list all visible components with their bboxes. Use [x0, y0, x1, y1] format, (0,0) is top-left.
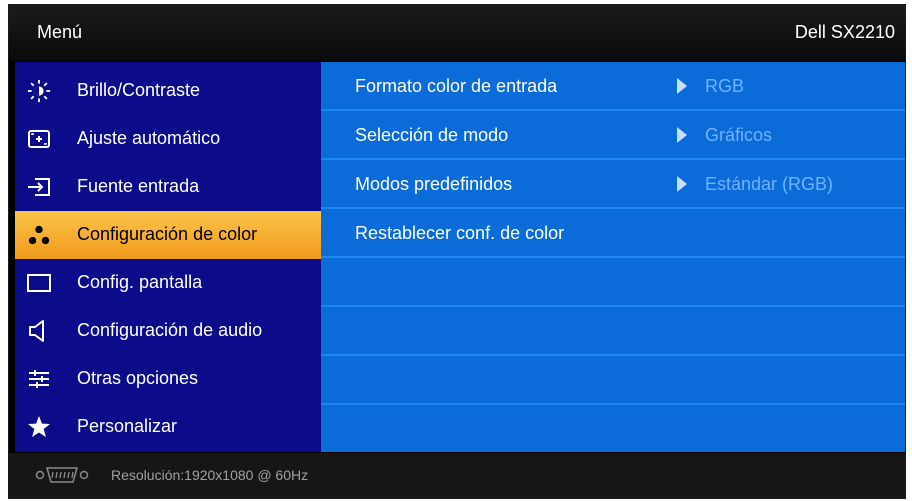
row-label: Selección de modo	[355, 125, 509, 145]
sidebar-item-label: Configuración de color	[77, 224, 258, 244]
sidebar-item-brillo-contraste[interactable]: Brillo/Contraste	[15, 67, 321, 115]
sidebar-item-ajuste-automatico[interactable]: Ajuste automático	[15, 115, 321, 163]
sidebar-item-fuente-entrada[interactable]: Fuente entrada	[15, 163, 321, 211]
sidebar-item-config-pantalla[interactable]: Config. pantalla	[15, 259, 321, 307]
input-source-icon	[27, 175, 51, 199]
row-value: Gráficos	[705, 125, 773, 145]
submenu-row-formato-color[interactable]: Formato color de entrada RGB	[321, 62, 905, 111]
arrow-right-icon	[677, 176, 687, 192]
submenu-row-empty	[321, 258, 905, 307]
status-bar: Resolución:1920x1080 @ 60Hz	[9, 453, 905, 498]
submenu-panel: Formato color de entrada RGB Selección d…	[321, 62, 905, 452]
arrow-right-icon	[677, 78, 687, 94]
monitor-model: Dell SX2210	[794, 22, 895, 42]
sidebar-menu: Brillo/Contraste Ajuste automático Fuent…	[15, 62, 321, 452]
row-label: Formato color de entrada	[355, 76, 558, 96]
menu-title: Menú	[37, 22, 83, 42]
sidebar-item-configuracion-de-color[interactable]: Configuración de color	[15, 211, 321, 259]
color-dots-icon	[27, 223, 51, 247]
monitor-osd: Menú Dell SX2210 Brillo/Contraste Ajuste…	[8, 4, 906, 499]
vga-icon	[35, 465, 89, 485]
submenu-row-seleccion-modo[interactable]: Selección de modo Gráficos	[321, 111, 905, 160]
auto-adjust-icon	[27, 127, 51, 151]
row-value: RGB	[705, 76, 745, 96]
sliders-icon	[27, 367, 51, 391]
sidebar-item-label: Configuración de audio	[77, 320, 263, 340]
star-icon	[27, 415, 51, 439]
sidebar-item-label: Otras opciones	[77, 368, 199, 388]
row-value: Estándar (RGB)	[705, 174, 834, 194]
submenu-row-restablecer-color[interactable]: Restablecer conf. de color	[321, 209, 905, 258]
row-label: Modos predefinidos	[355, 174, 513, 194]
sidebar-item-personalizar[interactable]: Personalizar	[15, 403, 321, 451]
sidebar-item-configuracion-de-audio[interactable]: Configuración de audio	[15, 307, 321, 355]
row-label: Restablecer conf. de color	[355, 223, 565, 243]
sidebar-item-label: Ajuste automático	[77, 128, 221, 148]
submenu-row-empty	[321, 356, 905, 405]
resolution-text: Resolución:1920x1080 @ 60Hz	[111, 467, 309, 483]
sidebar-item-otras-opciones[interactable]: Otras opciones	[15, 355, 321, 403]
submenu-row-empty	[321, 307, 905, 356]
submenu-row-modos-predefinidos[interactable]: Modos predefinidos Estándar (RGB)	[321, 160, 905, 209]
brightness-icon	[27, 79, 51, 103]
osd-header: Menú Dell SX2210	[9, 5, 905, 61]
sidebar-item-label: Personalizar	[77, 416, 178, 436]
display-icon	[27, 271, 51, 295]
sidebar-item-label: Config. pantalla	[77, 272, 203, 292]
sidebar-item-label: Brillo/Contraste	[77, 80, 201, 100]
submenu-row-empty	[321, 405, 905, 452]
speaker-icon	[27, 319, 51, 343]
sidebar-item-label: Fuente entrada	[77, 176, 200, 196]
arrow-right-icon	[677, 127, 687, 143]
